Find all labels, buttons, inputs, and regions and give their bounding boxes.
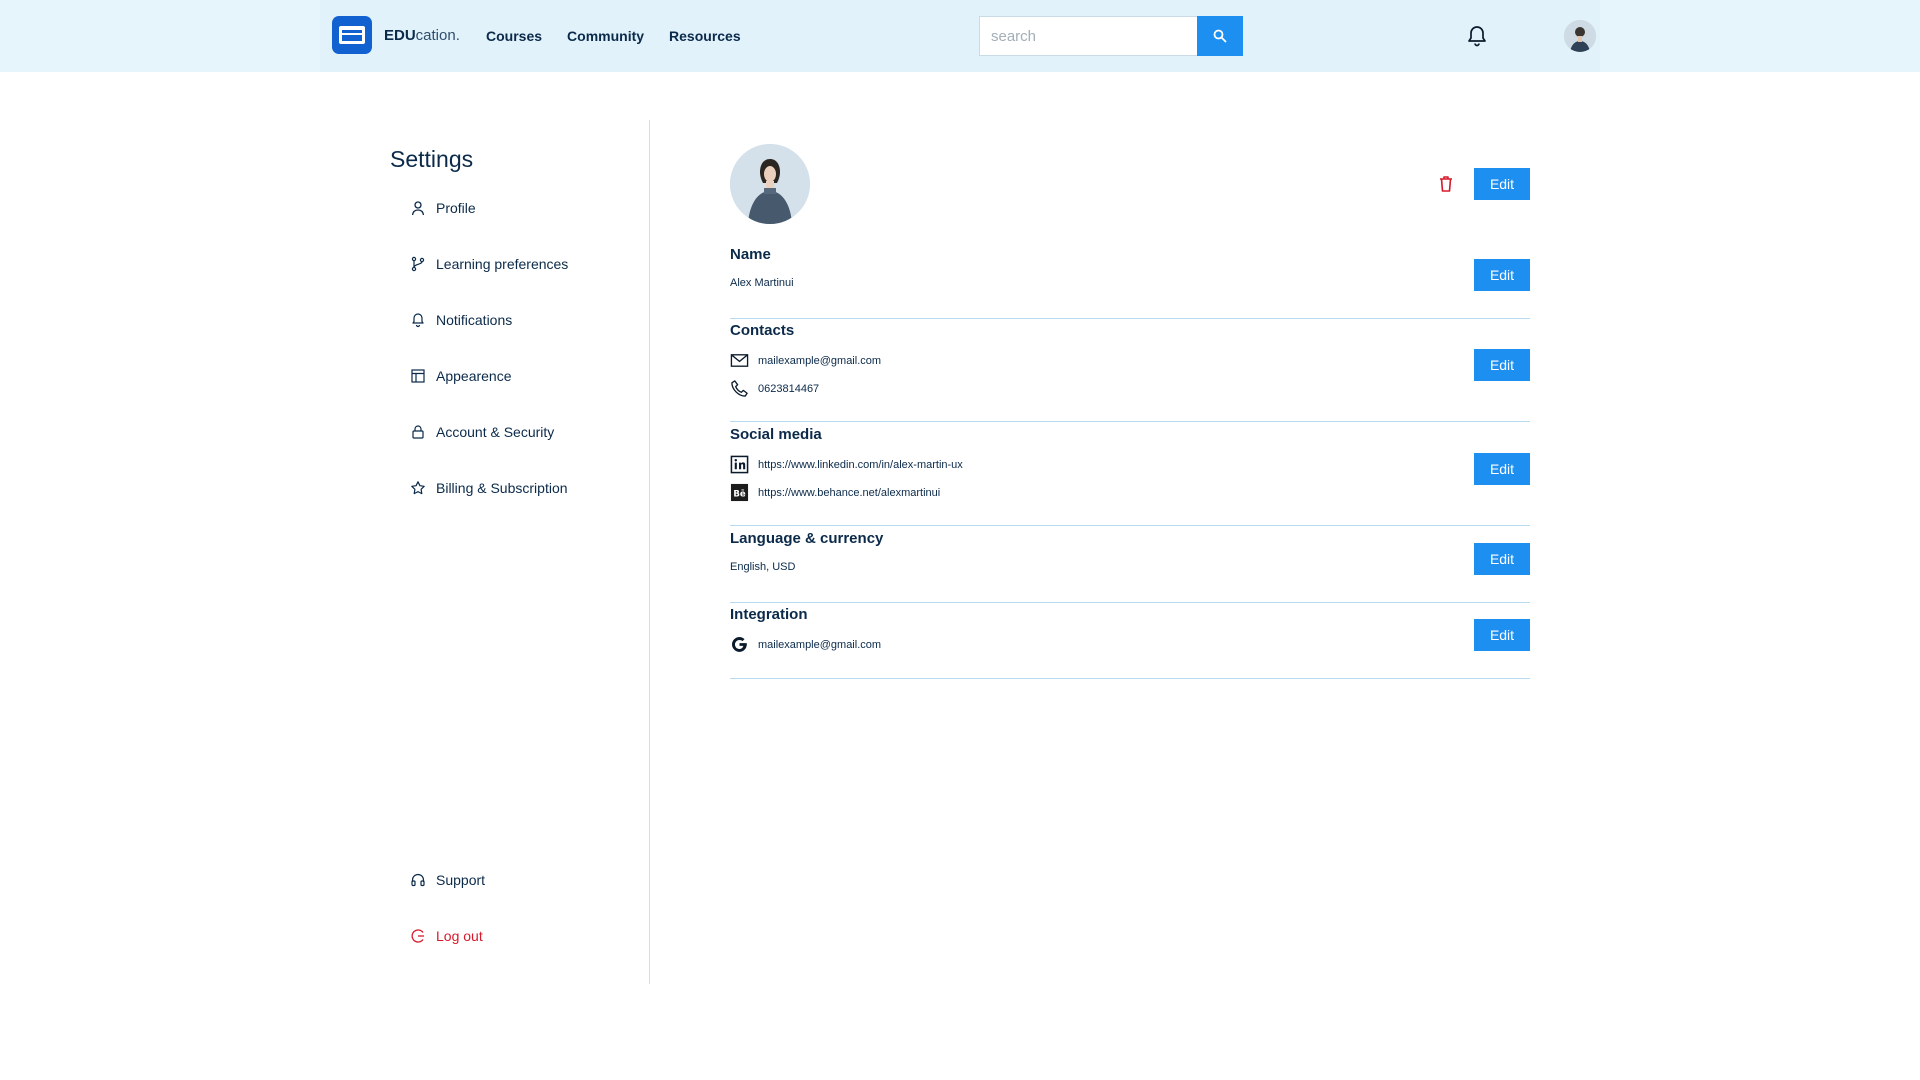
phone-row: 0623814467 [730, 379, 819, 398]
name-value: Alex Martinui [730, 277, 794, 289]
lock-icon [412, 425, 424, 439]
sidebar-item-profile[interactable]: Profile [410, 200, 476, 216]
linkedin-icon [730, 455, 749, 474]
section-heading: Name [730, 246, 771, 263]
profile-photo [730, 144, 810, 224]
brand-name[interactable]: EDUcation. [384, 27, 460, 44]
linkedin-row: https://www.linkedin.com/in/alex-martin-… [730, 455, 963, 474]
search-icon [1213, 29, 1227, 43]
integration-row: mailexample@gmail.com [730, 635, 881, 654]
nav-courses[interactable]: Courses [486, 28, 542, 44]
profile-avatar[interactable] [730, 144, 810, 224]
notification-bell-icon[interactable] [1465, 24, 1489, 48]
sidebar-item-label: Appearence [436, 368, 512, 384]
sidebar-item-label: Learning preferences [436, 256, 569, 272]
sidebar-item-label: Billing & Subscription [436, 480, 568, 496]
section-heading: Integration [730, 606, 808, 623]
avatar-image [1564, 20, 1596, 52]
edit-social-button[interactable]: Edit [1474, 453, 1530, 485]
search-input[interactable] [979, 16, 1198, 56]
nav-resources[interactable]: Resources [669, 28, 741, 44]
sidebar-item-logout[interactable]: Log out [410, 928, 483, 944]
bell-icon [412, 313, 424, 328]
branch-icon [411, 256, 425, 272]
sidebar-item-support[interactable]: Support [410, 872, 485, 888]
sidebar-item-label: Profile [436, 200, 476, 216]
sidebar-item-notifications[interactable]: Notifications [410, 312, 512, 328]
user-avatar[interactable] [1564, 20, 1596, 52]
behance-url[interactable]: https://www.behance.net/alexmartinui [758, 487, 940, 499]
svg-text:Bē: Bē [733, 489, 746, 499]
delete-avatar-icon[interactable] [1436, 174, 1456, 194]
sidebar-item-learning-preferences[interactable]: Learning preferences [410, 256, 568, 272]
behance-row: Bē https://www.behance.net/alexmartinui [730, 483, 940, 502]
contacts-section: Contacts mailexample@gmail.com 062381446… [730, 322, 1530, 422]
edit-contacts-button[interactable]: Edit [1474, 349, 1530, 381]
integration-email: mailexample@gmail.com [758, 638, 882, 651]
nav-community[interactable]: Community [567, 28, 644, 44]
edit-name-button[interactable]: Edit [1474, 259, 1530, 291]
integration-section: Integration mailexample@gmail.com Edit [730, 606, 1530, 679]
social-media-section: Social media https://www.linkedin.com/in… [730, 426, 1530, 526]
headset-icon [411, 873, 425, 887]
star-icon [411, 481, 425, 495]
top-bar: EDUcation. Courses Community Resources [320, 0, 1600, 72]
linkedin-url[interactable]: https://www.linkedin.com/in/alex-martin-… [758, 459, 963, 471]
email-text: mailexample@gmail.com [758, 354, 882, 367]
section-heading: Language & currency [730, 530, 884, 547]
sidebar-item-label: Log out [436, 928, 483, 944]
sidebar-item-label: Support [436, 872, 486, 888]
brand-bold: EDU [384, 27, 416, 44]
section-heading: Contacts [730, 322, 795, 339]
language-currency-section: Language & currency English, USD Edit [730, 530, 1530, 603]
name-text: Alex Martinui [730, 277, 794, 289]
brand-rest: cation. [415, 27, 460, 44]
logo-icon[interactable] [332, 16, 372, 54]
email-row: mailexample@gmail.com [730, 351, 881, 370]
phone-text: 0623814467 [758, 382, 820, 395]
google-icon [731, 637, 747, 652]
mail-icon [730, 354, 749, 367]
name-section: Name Alex Martinui Edit [730, 246, 1530, 319]
logout-icon [411, 929, 424, 943]
phone-icon [731, 380, 748, 397]
edit-integration-button[interactable]: Edit [1474, 619, 1530, 651]
edit-language-button[interactable]: Edit [1474, 543, 1530, 575]
user-icon [411, 201, 425, 216]
layout-icon [411, 369, 425, 383]
sidebar-item-label: Account & Security [436, 424, 555, 440]
edit-avatar-button[interactable]: Edit [1474, 168, 1530, 200]
settings-sidebar: Settings Profile Learning preferences No… [390, 120, 650, 984]
sidebar-item-account-security[interactable]: Account & Security [410, 424, 554, 440]
section-heading: Social media [730, 426, 822, 443]
behance-icon: Bē [730, 483, 749, 502]
search-button[interactable] [1197, 16, 1243, 56]
page-title: Settings [390, 146, 474, 172]
sidebar-item-appearence[interactable]: Appearence [410, 368, 512, 384]
sidebar-item-billing-subscription[interactable]: Billing & Subscription [410, 480, 568, 496]
language-text: English, USD [730, 561, 796, 573]
language-value: English, USD [730, 561, 795, 573]
main-nav: Courses Community Resources [486, 28, 741, 44]
sidebar-item-label: Notifications [436, 312, 513, 328]
